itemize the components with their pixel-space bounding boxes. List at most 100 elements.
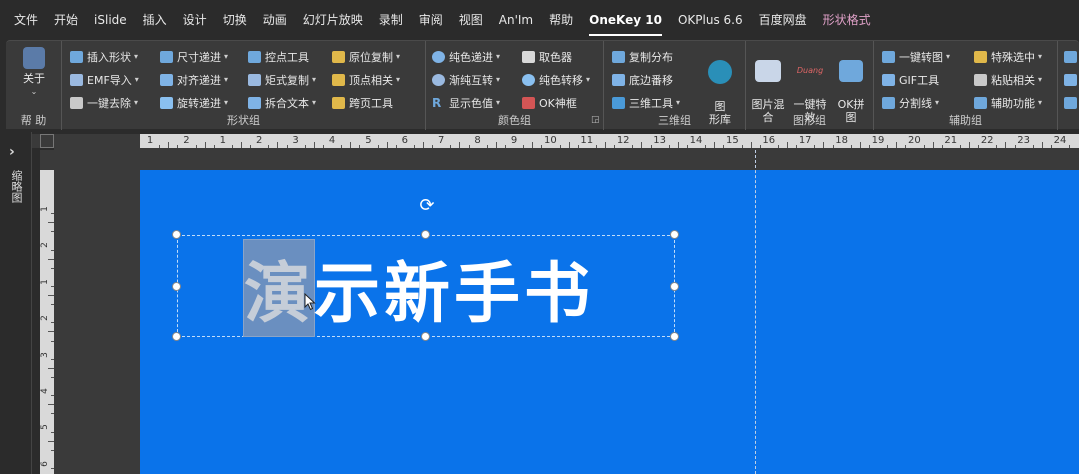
group-graphic: 图片混 合 Duang 一键特 效 OK拼 图 图形组 [746, 41, 874, 130]
about-button[interactable]: 关于 ⌄ [12, 47, 56, 98]
menu-shape-format[interactable]: 形状格式 [815, 0, 879, 40]
menu-transitions[interactable]: 切换 [215, 0, 255, 40]
menu-file[interactable]: 文件 [6, 0, 46, 40]
align-step-button[interactable]: 对齐递进 ▾ [160, 68, 228, 91]
select-icon [974, 50, 987, 63]
ruler-tick [304, 145, 306, 148]
guide-line[interactable] [755, 150, 756, 474]
ruler-tick [386, 142, 388, 148]
overflow-item[interactable] [1064, 68, 1079, 91]
bottom-shift-button[interactable]: 底边番移 [612, 68, 680, 91]
menu-view[interactable]: 视图 [451, 0, 491, 40]
ruler-number: 6 [39, 460, 50, 467]
resize-handle-bottom-left[interactable] [172, 332, 181, 341]
vertex-related-button[interactable]: 顶点相关 ▾ [332, 68, 400, 91]
ruler-number: 22 [980, 135, 994, 146]
ruler-tick [48, 258, 54, 260]
in-place-copy-label: 原位复制 [349, 50, 393, 64]
special-select-button[interactable]: 特殊选中 ▾ [974, 45, 1042, 68]
cross-page-tool-button[interactable]: 跨页工具 [332, 91, 400, 114]
rotate-step-button[interactable]: 旋转递进 ▾ [160, 91, 228, 114]
menu-onekey[interactable]: OneKey 10 [581, 0, 670, 40]
matrix-copy-button[interactable]: 矩式复制 ▾ [248, 68, 316, 91]
ruler-number: 7 [438, 135, 445, 146]
solid-color-transfer-button[interactable]: 纯色转移 ▾ [522, 68, 590, 91]
resize-handle-top-left[interactable] [172, 230, 181, 239]
ruler-tick [413, 145, 415, 148]
menu-anim-plugin[interactable]: An'Im [491, 0, 541, 40]
gradient-solid-swap-button[interactable]: 渐纯互转 ▾ [432, 68, 500, 91]
gradient-icon [432, 73, 445, 86]
menu-record[interactable]: 录制 [371, 0, 411, 40]
ruler-tick [51, 267, 54, 269]
menu-baidu-pan[interactable]: 百度网盘 [751, 0, 815, 40]
ruler-tick [823, 142, 825, 148]
overflow-item[interactable] [1064, 45, 1079, 68]
resize-handle-top-right[interactable] [670, 230, 679, 239]
ruler-tick [51, 249, 54, 251]
ribbon-expand-icon[interactable]: ◲ [591, 115, 600, 125]
ruler-tick [395, 145, 397, 148]
menu-animations[interactable]: 动画 [255, 0, 295, 40]
resize-handle-bottom-right[interactable] [670, 332, 679, 341]
paste-related-button[interactable]: 粘贴相关 ▾ [974, 68, 1042, 91]
chevron-right-icon[interactable]: › [9, 144, 15, 160]
slide-title-text[interactable]: 演 示新手书 [243, 239, 594, 337]
ruler-number: 4 [39, 388, 50, 394]
emf-import-button[interactable]: EMF导入 ▾ [70, 68, 139, 91]
ok-frame-button[interactable]: OK神框 [522, 91, 590, 114]
selected-character[interactable]: 演 [243, 239, 315, 337]
color-picker-button[interactable]: 取色器 [522, 45, 590, 68]
ruler-tick [250, 145, 252, 148]
chevron-down-icon: ▾ [224, 52, 229, 61]
ruler-corner[interactable] [40, 134, 54, 148]
divider-line-button[interactable]: 分割线 ▾ [882, 91, 950, 114]
menu-design[interactable]: 设计 [175, 0, 215, 40]
ruler-number: 19 [871, 135, 885, 146]
overflow-item[interactable] [1064, 91, 1079, 114]
menu-help[interactable]: 帮助 [541, 0, 581, 40]
group-label-shape: 形状组 [227, 114, 260, 127]
3d-tool-button[interactable]: 三维工具 ▾ [612, 91, 680, 114]
menu-okplus[interactable]: OKPlus 6.6 [670, 0, 751, 40]
chevron-down-icon: ▾ [224, 75, 229, 84]
group-3d: 复制分布 底边番移 三维工具 ▾ 图 形库 三维组 [604, 41, 746, 130]
ruler-tick [51, 285, 54, 287]
ruler-tick [51, 340, 54, 342]
menu-insert[interactable]: 插入 [135, 0, 175, 40]
insert-shape-button[interactable]: 插入形状 ▾ [70, 45, 139, 68]
grid-dots-icon [882, 96, 895, 109]
gif-tool-button[interactable]: GIF工具 [882, 68, 950, 91]
resize-handle-top[interactable] [421, 230, 430, 239]
ruler-tick [377, 145, 379, 148]
copy-distribute-button[interactable]: 复制分布 [612, 45, 680, 68]
group-label-aux: 辅助组 [949, 114, 982, 127]
menu-slideshow[interactable]: 幻灯片放映 [295, 0, 371, 40]
ruler-tick [523, 145, 525, 148]
in-place-copy-button[interactable]: 原位复制 ▾ [332, 45, 400, 68]
duang-logo-icon: Duang [796, 66, 824, 75]
ruler-tick [614, 145, 616, 148]
aux-function-button[interactable]: 辅助功能 ▾ [974, 91, 1042, 114]
solid-color-step-button[interactable]: 纯色递进 ▾ [432, 45, 500, 68]
menu-islide[interactable]: iSlide [86, 0, 135, 40]
one-click-remove-button[interactable]: 一键去除 ▾ [70, 91, 139, 114]
show-color-value-button[interactable]: R 显示色值 ▾ [432, 91, 500, 114]
rotate-handle-icon[interactable]: ⟳ [417, 196, 437, 216]
ruler-tick [48, 222, 54, 224]
resize-handle-right[interactable] [670, 282, 679, 291]
split-text-button[interactable]: 拆合文本 ▾ [248, 91, 316, 114]
emf-icon [70, 73, 83, 86]
size-step-button[interactable]: 尺寸递进 ▾ [160, 45, 228, 68]
menu-review[interactable]: 审阅 [411, 0, 451, 40]
chevron-down-icon: ▾ [396, 75, 401, 84]
resize-handle-left[interactable] [172, 282, 181, 291]
handle-tool-button[interactable]: 控点工具 [248, 45, 316, 68]
ruler-tick [868, 145, 870, 148]
group-label-3d: 三维组 [658, 114, 691, 127]
vertex-icon [332, 73, 345, 86]
one-click-to-image-button[interactable]: 一键转图 ▾ [882, 45, 950, 68]
menu-home[interactable]: 开始 [46, 0, 86, 40]
ruler-number: 24 [1053, 135, 1067, 146]
title-text-rest[interactable]: 示新手书 [314, 240, 594, 336]
